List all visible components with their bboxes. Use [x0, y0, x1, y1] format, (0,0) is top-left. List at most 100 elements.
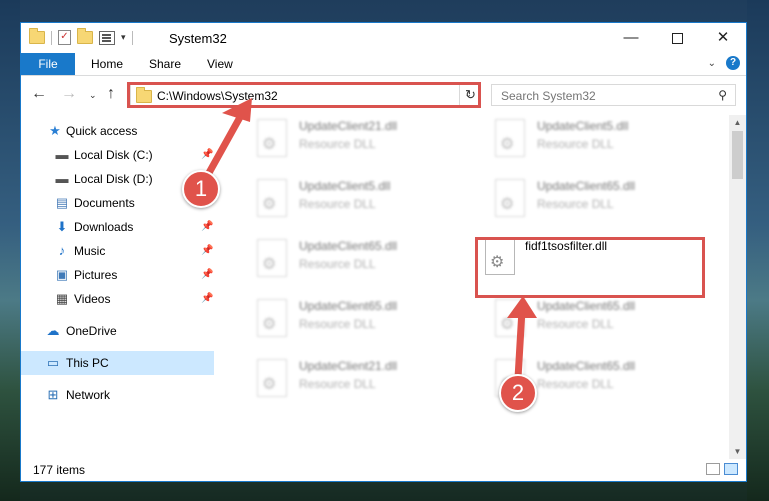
quick-access-toolbar: ✓ ▾	[29, 28, 133, 45]
sidebar-item-pictures[interactable]: ▣ Pictures 📌	[21, 263, 214, 287]
videos-icon: ▦	[55, 291, 69, 306]
sidebar-item-downloads[interactable]: ⬇ Downloads 📌	[21, 215, 214, 239]
dll-file-icon	[257, 239, 287, 277]
file-type: Resource DLL	[299, 257, 376, 271]
file-type: Resource DLL	[537, 137, 614, 151]
file-item[interactable]: UpdateClient65.dll Resource DLL	[491, 175, 711, 227]
window-title: System32	[169, 31, 227, 46]
file-item[interactable]: UpdateClient65.dll Resource DLL	[491, 295, 711, 347]
step-marker-2: 2	[499, 374, 537, 412]
maximize-button[interactable]	[654, 23, 700, 53]
file-type: Resource DLL	[299, 197, 376, 211]
toolbar-divider	[131, 30, 133, 45]
sidebar-item-label: This PC	[66, 356, 109, 370]
search-box[interactable]: ⚲	[491, 84, 736, 107]
properties-icon[interactable]	[99, 30, 115, 45]
sidebar-item-quick-access[interactable]: ★ Quick access	[21, 119, 214, 143]
up-arrow-icon[interactable]: ↑	[107, 85, 115, 103]
new-folder-icon[interactable]	[77, 28, 93, 44]
cloud-icon: ☁	[46, 323, 60, 338]
desktop-background-right	[747, 0, 769, 501]
ribbon-controls: ⌄ ?	[708, 56, 740, 70]
file-highlight	[475, 237, 705, 298]
sidebar-item-videos[interactable]: ▦ Videos 📌	[21, 287, 214, 311]
sidebar-item-onedrive[interactable]: ☁ OneDrive	[21, 319, 214, 343]
folder-icon[interactable]	[29, 28, 45, 44]
item-count: 177 items	[33, 463, 86, 477]
sidebar-item-label: Network	[66, 388, 111, 402]
sidebar-item-label: Music	[74, 244, 106, 258]
sidebar-item-local-disk-c[interactable]: ▬ Local Disk (C:) 📌	[21, 143, 214, 167]
sidebar-item-label: Local Disk (C:)	[74, 148, 153, 162]
status-bar: 177 items	[21, 459, 746, 481]
customize-toolbar-icon[interactable]: ▾	[121, 32, 126, 43]
address-bar-highlight	[127, 82, 481, 108]
dll-file-icon	[257, 359, 287, 397]
minimize-button[interactable]: —	[608, 23, 654, 53]
sidebar-item-network[interactable]: ⊞ Network	[21, 383, 214, 407]
dll-file-icon	[257, 119, 287, 157]
file-type: Resource DLL	[299, 317, 376, 331]
file-item[interactable]: UpdateClient5.dll Resource DLL	[253, 175, 473, 227]
file-item[interactable]: UpdateClient21.dll Resource DLL	[253, 115, 473, 167]
sidebar-item-music[interactable]: ♪ Music 📌	[21, 239, 214, 263]
navigation-pane: ★ Quick access ▬ Local Disk (C:) 📌 ▬ Loc…	[21, 115, 214, 460]
sidebar-item-label: Videos	[74, 292, 111, 306]
tab-view[interactable]: View	[207, 53, 233, 75]
file-item[interactable]: UpdateClient65.dll Resource DLL	[253, 295, 473, 347]
tab-file[interactable]: File	[21, 53, 75, 75]
pin-icon: 📌	[201, 149, 214, 160]
file-name: UpdateClient21.dll	[299, 359, 398, 373]
file-type: Resource DLL	[537, 377, 614, 391]
file-item[interactable]: UpdateClient65.dll Resource DLL	[253, 235, 473, 287]
pin-icon: 📌	[201, 245, 214, 256]
file-item[interactable]: UpdateClient21.dll Resource DLL	[253, 355, 473, 407]
drive-icon: ▬	[55, 147, 69, 162]
scrollbar-thumb[interactable]	[732, 131, 743, 179]
pin-icon: 📌	[201, 221, 214, 232]
tab-home[interactable]: Home	[91, 53, 123, 75]
sidebar-item-this-pc[interactable]: ▭ This PC	[21, 351, 214, 375]
dll-file-icon	[257, 179, 287, 217]
pin-icon: 📌	[201, 269, 214, 280]
desktop-background-left	[0, 0, 20, 501]
dll-file-icon	[495, 299, 525, 337]
file-type: Resource DLL	[299, 377, 376, 391]
file-name: UpdateClient21.dll	[299, 119, 398, 133]
recent-locations-icon[interactable]: ⌄	[89, 90, 97, 101]
file-name: UpdateClient5.dll	[299, 179, 391, 193]
pin-icon: 📌	[201, 293, 214, 304]
search-input[interactable]	[492, 85, 718, 107]
tab-share[interactable]: Share	[149, 53, 181, 75]
forward-arrow-icon[interactable]: →	[61, 85, 77, 103]
expand-ribbon-icon[interactable]: ⌄	[708, 58, 716, 69]
title-bar: ✓ ▾ System32 — ✕	[21, 23, 746, 53]
network-icon: ⊞	[47, 387, 59, 402]
documents-icon: ▤	[55, 195, 69, 210]
view-switcher	[706, 463, 738, 475]
close-button[interactable]: ✕	[700, 23, 746, 53]
scroll-up-icon[interactable]: ▲	[729, 115, 746, 131]
properties-check-icon[interactable]: ✓	[58, 30, 71, 45]
sidebar-item-label: Pictures	[74, 268, 118, 282]
vertical-scrollbar[interactable]: ▲ ▼	[729, 115, 746, 460]
step-marker-1: 1	[182, 170, 220, 208]
star-icon: ★	[49, 123, 61, 138]
sidebar-item-label: Documents	[74, 196, 135, 210]
scroll-down-icon[interactable]: ▼	[729, 444, 746, 460]
file-type: Resource DLL	[537, 317, 614, 331]
computer-icon: ▭	[46, 355, 60, 370]
sidebar-item-label: Quick access	[66, 124, 138, 138]
sidebar-item-label: Downloads	[74, 220, 134, 234]
maximize-icon	[671, 32, 683, 44]
music-icon: ♪	[58, 243, 66, 258]
back-arrow-icon[interactable]: ←	[31, 85, 47, 103]
help-icon[interactable]: ?	[726, 56, 740, 70]
toolbar-divider	[51, 30, 52, 45]
downloads-icon: ⬇	[56, 219, 68, 234]
search-icon[interactable]: ⚲	[718, 88, 727, 102]
drive-icon: ▬	[55, 171, 69, 186]
file-item[interactable]: UpdateClient5.dll Resource DLL	[491, 115, 711, 167]
large-icons-view-icon[interactable]	[724, 463, 738, 475]
details-view-icon[interactable]	[706, 463, 720, 475]
